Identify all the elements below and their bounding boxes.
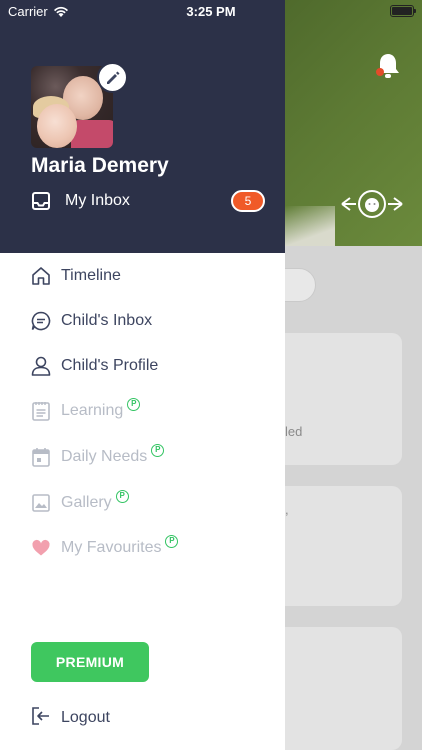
profile-header: Maria Demery My Inbox 5 (0, 0, 285, 253)
image-icon (30, 492, 52, 514)
background-text: led (285, 424, 303, 439)
unread-count-badge: 5 (231, 190, 265, 212)
menu-label: Gallery (61, 494, 112, 511)
inbox-tray-icon (32, 192, 50, 210)
heart-icon (30, 537, 52, 559)
pencil-icon (106, 71, 119, 84)
my-inbox-label: My Inbox (65, 192, 130, 209)
calendar-icon (30, 446, 52, 468)
my-inbox-item[interactable]: My Inbox 5 (31, 188, 265, 214)
logout-label: Logout (61, 709, 110, 726)
menu-label: Learning (61, 402, 124, 419)
background-text: , (285, 502, 289, 517)
menu-item-childs-inbox[interactable]: Child's Inbox (30, 308, 152, 334)
notepad-icon (30, 400, 52, 422)
notification-bell-icon[interactable] (375, 52, 401, 80)
premium-badge-icon: P (127, 397, 141, 411)
home-icon (30, 265, 52, 287)
navigation-drawer: Maria Demery My Inbox 5 Timeline Child's… (0, 0, 285, 750)
menu-item-childs-profile[interactable]: Child's Profile (30, 353, 158, 379)
premium-badge-icon: P (115, 489, 129, 503)
menu-label: Timeline (61, 267, 121, 284)
menu-item-my-favourites[interactable]: My Favourites P (30, 534, 179, 561)
menu-item-timeline[interactable]: Timeline (30, 263, 121, 289)
menu-label: Child's Inbox (61, 312, 153, 329)
status-time: 3:25 PM (186, 4, 236, 19)
menu-label: Daily Needs (61, 448, 148, 465)
edit-profile-button[interactable] (97, 62, 128, 93)
logout-item[interactable]: Logout (30, 705, 110, 731)
premium-button[interactable]: PREMIUM (31, 642, 149, 682)
menu-item-daily-needs[interactable]: Daily Needs P (30, 443, 165, 470)
person-icon (30, 355, 52, 377)
logout-icon (30, 705, 52, 732)
user-name: Maria Demery (31, 154, 169, 177)
switch-child-icon[interactable] (340, 188, 404, 220)
chat-bubble-icon (30, 310, 52, 332)
status-bar: Carrier 3:25 PM (0, 0, 422, 22)
battery-icon (390, 5, 416, 17)
menu-item-learning[interactable]: Learning P (30, 397, 141, 424)
premium-badge-icon: P (151, 443, 165, 457)
premium-badge-icon: P (165, 534, 179, 548)
menu-label: Child's Profile (61, 357, 159, 374)
menu-item-gallery[interactable]: Gallery P (30, 489, 129, 516)
menu-label: My Favourites (61, 539, 162, 556)
